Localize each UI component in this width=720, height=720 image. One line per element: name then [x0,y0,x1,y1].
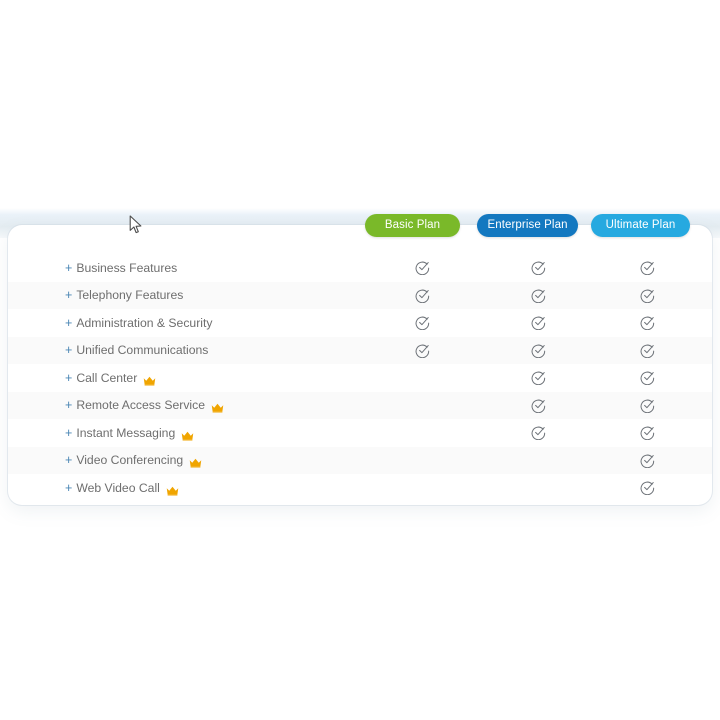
feature-label-group[interactable]: + Instant Messaging [65,426,194,441]
check-circle-icon [636,367,658,389]
feature-row[interactable]: + Administration & Security [8,309,712,337]
feature-label-group[interactable]: + Business Features [65,261,177,275]
check-circle-icon [527,422,549,444]
check-circle-icon [411,284,433,306]
check-circle-icon [636,449,658,471]
plan-tab-ultimate[interactable]: Ultimate Plan [591,214,690,237]
check-circle-icon [527,367,549,389]
plan-tab-basic[interactable]: Basic Plan [365,214,460,237]
feature-label-group[interactable]: + Unified Communications [65,344,208,357]
feature-name[interactable]: Web Video Call [76,481,160,493]
feature-label-group[interactable]: + Web Video Call [65,481,179,496]
crown-icon [181,428,194,441]
feature-label-group[interactable]: + Call Center [65,371,156,386]
feature-name[interactable]: Business Features [76,261,177,273]
expand-plus-icon[interactable]: + [65,399,72,412]
crown-icon [166,483,179,496]
check-circle-icon [411,339,433,361]
check-circle-icon [636,394,658,416]
check-circle-icon [411,257,433,279]
crown-icon [211,400,224,413]
check-circle-icon [636,312,658,334]
feature-row[interactable]: + Web Video Call [8,474,712,502]
expand-plus-icon[interactable]: + [65,426,72,440]
check-circle-icon [636,477,658,499]
plan-tab-enterprise[interactable]: Enterprise Plan [477,214,578,237]
expand-plus-icon[interactable]: + [65,289,72,302]
check-circle-icon [527,394,549,416]
crown-icon [189,455,202,468]
check-circle-icon [411,312,433,334]
crown-icon [143,373,156,386]
check-circle-icon [636,339,658,361]
check-circle-icon [527,257,549,279]
check-circle-icon [527,284,549,306]
expand-plus-icon[interactable]: + [65,371,72,385]
feature-name[interactable]: Call Center [76,371,137,383]
feature-label-group[interactable]: + Administration & Security [65,316,212,330]
feature-row[interactable]: + Call Center [8,364,712,392]
feature-name[interactable]: Instant Messaging [76,426,175,438]
feature-row[interactable]: + Telephony Features [8,281,712,309]
check-circle-icon [636,284,658,306]
feature-label-group[interactable]: + Remote Access Service [65,399,224,413]
feature-name[interactable]: Telephony Features [76,289,183,301]
check-circle-icon [636,257,658,279]
plan-comparison-card: + Business Features + Telephony Features + Ad… [8,225,712,505]
feature-name[interactable]: Administration & Security [76,316,212,328]
feature-label-group[interactable]: + Telephony Features [65,289,183,302]
feature-row[interactable]: + Video Conferencing [8,446,712,474]
page-root: Basic Plan Enterprise Plan Ultimate Plan… [0,0,720,720]
feature-row[interactable]: + Instant Messaging [8,419,712,447]
feature-name[interactable]: Video Conferencing [76,454,183,466]
feature-row[interactable]: + Business Features [8,254,712,282]
feature-label-group[interactable]: + Video Conferencing [65,454,202,468]
expand-plus-icon[interactable]: + [65,344,72,357]
feature-row[interactable]: + Unified Communications [8,336,712,364]
expand-plus-icon[interactable]: + [65,316,72,330]
expand-plus-icon[interactable]: + [65,454,72,467]
expand-plus-icon[interactable]: + [65,261,72,275]
check-circle-icon [527,339,549,361]
feature-name[interactable]: Remote Access Service [76,399,205,411]
feature-comparison-table: + Business Features + Telephony Features + Ad… [8,254,712,502]
feature-row[interactable]: + Remote Access Service [8,391,712,419]
check-circle-icon [636,422,658,444]
feature-name[interactable]: Unified Communications [76,344,208,356]
expand-plus-icon[interactable]: + [65,481,72,495]
check-circle-icon [527,312,549,334]
